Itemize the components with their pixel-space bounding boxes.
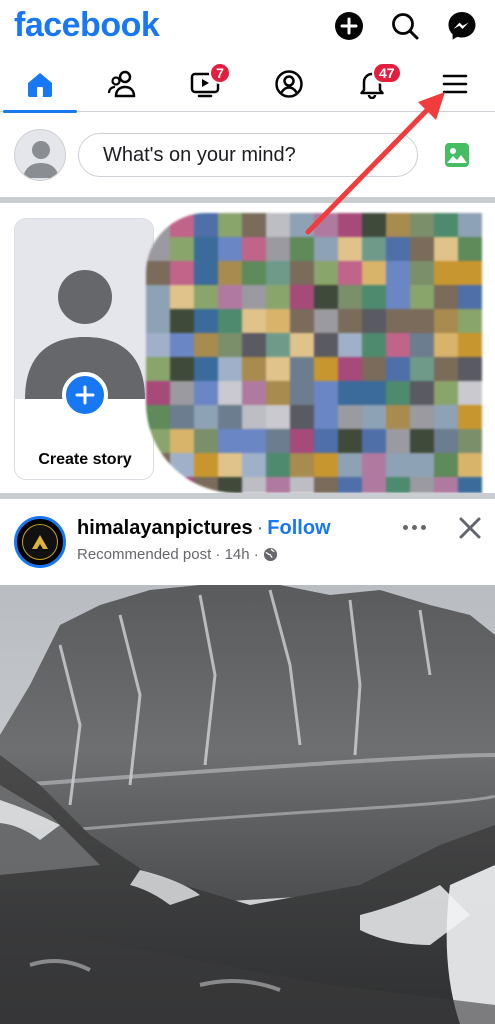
separator-dot: · xyxy=(256,517,264,539)
user-avatar[interactable] xyxy=(14,129,66,181)
whats-on-your-mind-input[interactable]: What's on your mind? xyxy=(78,133,418,177)
home-icon xyxy=(28,73,52,97)
story-card-blurred[interactable] xyxy=(146,213,495,493)
tab-video[interactable]: 7 xyxy=(166,56,246,112)
tab-profile[interactable] xyxy=(249,56,329,112)
create-story-label: Create story xyxy=(38,451,132,468)
post-photo-mountain[interactable] xyxy=(0,585,495,1024)
video-badge: 7 xyxy=(209,62,231,84)
mountain-logo-icon xyxy=(32,535,48,549)
plus-circle-icon[interactable] xyxy=(333,10,365,42)
messenger-icon[interactable] xyxy=(446,10,478,42)
post-composer: What's on your mind? xyxy=(0,113,495,197)
globe-icon xyxy=(263,547,277,562)
photo-icon[interactable] xyxy=(444,142,470,173)
friends-icon xyxy=(107,70,136,98)
top-bar: facebook xyxy=(0,0,495,56)
tab-bar: 7 47 xyxy=(0,56,495,113)
create-story-card[interactable]: Create story xyxy=(14,218,154,480)
post-author[interactable]: himalayanpictures xyxy=(77,517,253,539)
profile-icon xyxy=(275,70,303,98)
notifications-badge: 47 xyxy=(372,62,402,84)
facebook-logo[interactable]: facebook xyxy=(14,6,160,45)
tab-friends[interactable] xyxy=(83,56,163,112)
post-meta: Recommended post · 14h · xyxy=(77,546,259,563)
follow-button[interactable]: Follow xyxy=(267,517,330,539)
tab-menu[interactable] xyxy=(415,56,495,112)
search-icon[interactable] xyxy=(389,10,421,42)
page-avatar[interactable] xyxy=(14,516,66,568)
more-options-icon[interactable] xyxy=(398,515,430,539)
stories-row: Create story xyxy=(0,203,495,493)
close-icon[interactable] xyxy=(456,514,484,542)
post-header: himalayanpictures · Follow Recommended pos… xyxy=(0,499,495,585)
tab-home[interactable] xyxy=(0,56,80,113)
tab-notifications[interactable]: 47 xyxy=(332,56,412,112)
hamburger-menu-icon xyxy=(442,74,468,94)
add-story-plus-icon[interactable] xyxy=(62,372,108,418)
